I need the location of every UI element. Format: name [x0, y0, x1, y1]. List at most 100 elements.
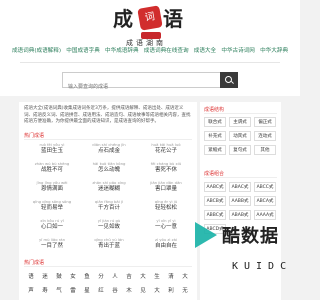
idiom-word: 心口如一	[40, 224, 63, 230]
idiom-item[interactable]: huā kāi huā luò 花花公子	[141, 142, 191, 155]
divider	[204, 177, 277, 178]
idiom-item[interactable]: qīng qīng sōng sōng 轻而易举	[27, 199, 77, 212]
tag-combo[interactable]: ABAB式	[229, 210, 251, 220]
idiom-word: 自由自在	[154, 243, 177, 249]
tag-combo[interactable]: ABBC式	[204, 210, 226, 220]
logo-seal: 词	[137, 5, 163, 31]
char-link[interactable]: 寿	[38, 286, 52, 294]
tag-structure[interactable]: 动宾式	[229, 131, 251, 141]
idiom-word: 点石成金	[97, 148, 120, 154]
idiom-word: 害口罩量	[154, 186, 177, 192]
sidebar-title-combo: 成语组合	[204, 171, 225, 177]
intro-text: 成语大全(成语词典)收集成语词条近3万条，提供成语解释、成语出处、成语近义词、成…	[24, 106, 191, 124]
nav-item[interactable]: 成语词典(成语解释)	[12, 46, 61, 54]
watermark-subtext: KUIDC	[232, 261, 293, 272]
tag-combo[interactable]: AAAA式	[254, 210, 276, 220]
char-link[interactable]: 语	[24, 272, 38, 280]
idiom-item[interactable]: zhàn wú bù shèng 战胜不可	[27, 161, 77, 174]
watermark-logo	[195, 222, 217, 248]
logo-char: 语	[163, 7, 183, 31]
idiom-item[interactable]: zhǎn shì pǎo xíng 迷迷糊糊	[84, 180, 134, 193]
tag-combo[interactable]: ABCA式	[254, 196, 276, 206]
char-link[interactable]: 大	[136, 272, 150, 280]
idiom-item[interactable]: ruò fēi yǒu yì 蓝田生玉	[27, 142, 77, 155]
tag-combo[interactable]: AABB式	[229, 196, 251, 206]
char-link[interactable]: 大	[150, 286, 164, 294]
site-header: 成 词 语 成语湖南 成语词典(成语解释) 中国成语字典 中华成语辞典 成语词典在线查…	[0, 0, 300, 96]
watermark-text: 酷数据	[222, 226, 279, 247]
tag-structure[interactable]: 其他	[254, 145, 276, 155]
idiom-word: 千方百计	[97, 205, 120, 211]
logo-char: 成	[113, 7, 133, 31]
char-link[interactable]: 见	[136, 286, 150, 294]
char-link[interactable]: 谷	[108, 286, 122, 294]
char-link[interactable]: 声	[24, 286, 38, 294]
char-link[interactable]: 清	[164, 272, 178, 280]
idiom-word: 青出于蓝	[97, 243, 120, 249]
char-link[interactable]: 吉	[122, 272, 136, 280]
char-link[interactable]: 人	[108, 272, 122, 280]
char-link[interactable]: 星	[80, 286, 94, 294]
char-link[interactable]: 木	[122, 286, 136, 294]
char-link[interactable]: 气	[52, 286, 66, 294]
search-input[interactable]	[63, 80, 188, 94]
tag-structure[interactable]: 连动式	[254, 131, 276, 141]
idiom-word: 一目了然	[40, 243, 63, 249]
nav-item[interactable]: 中国成语字典	[66, 46, 100, 54]
tag-structure[interactable]: 联合式	[204, 117, 226, 127]
idiom-item[interactable]: qīng ér yì jǔ 轻轻松松	[141, 199, 191, 212]
tag-structure[interactable]: 复句式	[229, 145, 251, 155]
char-link[interactable]: 分	[94, 272, 108, 280]
idiom-item[interactable]: hǎi kuò tiān kōng 怎么动魄	[84, 161, 134, 174]
tag-combo[interactable]: ABCC式	[254, 182, 276, 192]
idiom-item[interactable]: diǎn shí chéng jīn 点石成金	[84, 142, 134, 155]
char-link[interactable]: 利	[164, 286, 178, 294]
char-link[interactable]: 女	[66, 272, 80, 280]
divider	[24, 139, 192, 140]
idiom-item[interactable]: jiǎn jiǎn dān dān 害口罩量	[141, 180, 191, 193]
idiom-item[interactable]: fēi cháng bù xiǔ 害死不休	[141, 161, 191, 174]
idiom-word: 花花公子	[154, 148, 177, 154]
nav-item[interactable]: 中华古诗词网	[221, 46, 255, 54]
site-logo[interactable]: 成 词 语 成语湖南	[113, 5, 189, 47]
char-link[interactable]: 红	[94, 286, 108, 294]
section-title-hot: 热门成语	[24, 133, 45, 139]
search-box	[62, 72, 238, 94]
nav-item[interactable]: 成语大全	[194, 46, 216, 54]
char-link[interactable]: 鼓	[52, 272, 66, 280]
idiom-item[interactable]: yī xīn yī yì 一心一意	[141, 218, 191, 231]
divider	[24, 266, 192, 267]
char-link[interactable]: 鱼	[80, 272, 94, 280]
sidebar-title-structure: 成语结构	[204, 107, 225, 113]
divider	[204, 113, 277, 114]
main-nav: 成语词典(成语解释) 中国成语字典 中华成语辞典 成语词典在线查询 成语大全 中华古诗词网…	[0, 46, 300, 60]
tag-combo[interactable]: ABCB式	[204, 196, 226, 206]
tag-structure[interactable]: 主谓式	[229, 117, 251, 127]
tag-structure[interactable]: 紧缩式	[204, 145, 226, 155]
nav-item[interactable]: 成语词典在线查询	[144, 46, 189, 54]
search-button[interactable]	[220, 72, 238, 88]
idiom-item[interactable]: jīng jīng yǒu wèi 恩情满面	[27, 180, 77, 193]
tag-combo[interactable]: AABC式	[204, 182, 226, 192]
idiom-item[interactable]: qīng chū yú lán 青出于蓝	[84, 237, 134, 250]
char-link[interactable]: 无	[178, 286, 192, 294]
tag-structure[interactable]: 补充式	[204, 131, 226, 141]
char-link[interactable]: 迷	[38, 272, 52, 280]
idiom-item[interactable]: yī jiàn rú gù 一见如故	[84, 218, 134, 231]
idiom-word: 战胜不可	[40, 167, 63, 173]
char-link[interactable]: 生	[150, 272, 164, 280]
tag-structure[interactable]: 偏正式	[254, 117, 276, 127]
idiom-item[interactable]: xīn kǒu rú yī 心口如一	[27, 218, 77, 231]
idiom-item[interactable]: qiān fāng bǎi jì 千方百计	[84, 199, 134, 212]
divider	[20, 62, 280, 63]
idiom-item[interactable]: yī mù liǎo rán 一目了然	[27, 237, 77, 250]
idiom-word: 轻而易举	[40, 205, 63, 211]
nav-item[interactable]: 中华成语辞典	[105, 46, 139, 54]
char-link[interactable]: 雷	[66, 286, 80, 294]
nav-item[interactable]: 中华大辞典	[260, 46, 288, 54]
idiom-item[interactable]: zì yóu zì zài 自由自在	[141, 237, 191, 250]
idiom-word: 轻轻松松	[154, 205, 177, 211]
char-link[interactable]: 大	[178, 272, 192, 280]
tag-combo[interactable]: ABAC式	[229, 182, 251, 192]
idiom-word: 迷迷糊糊	[97, 186, 120, 192]
